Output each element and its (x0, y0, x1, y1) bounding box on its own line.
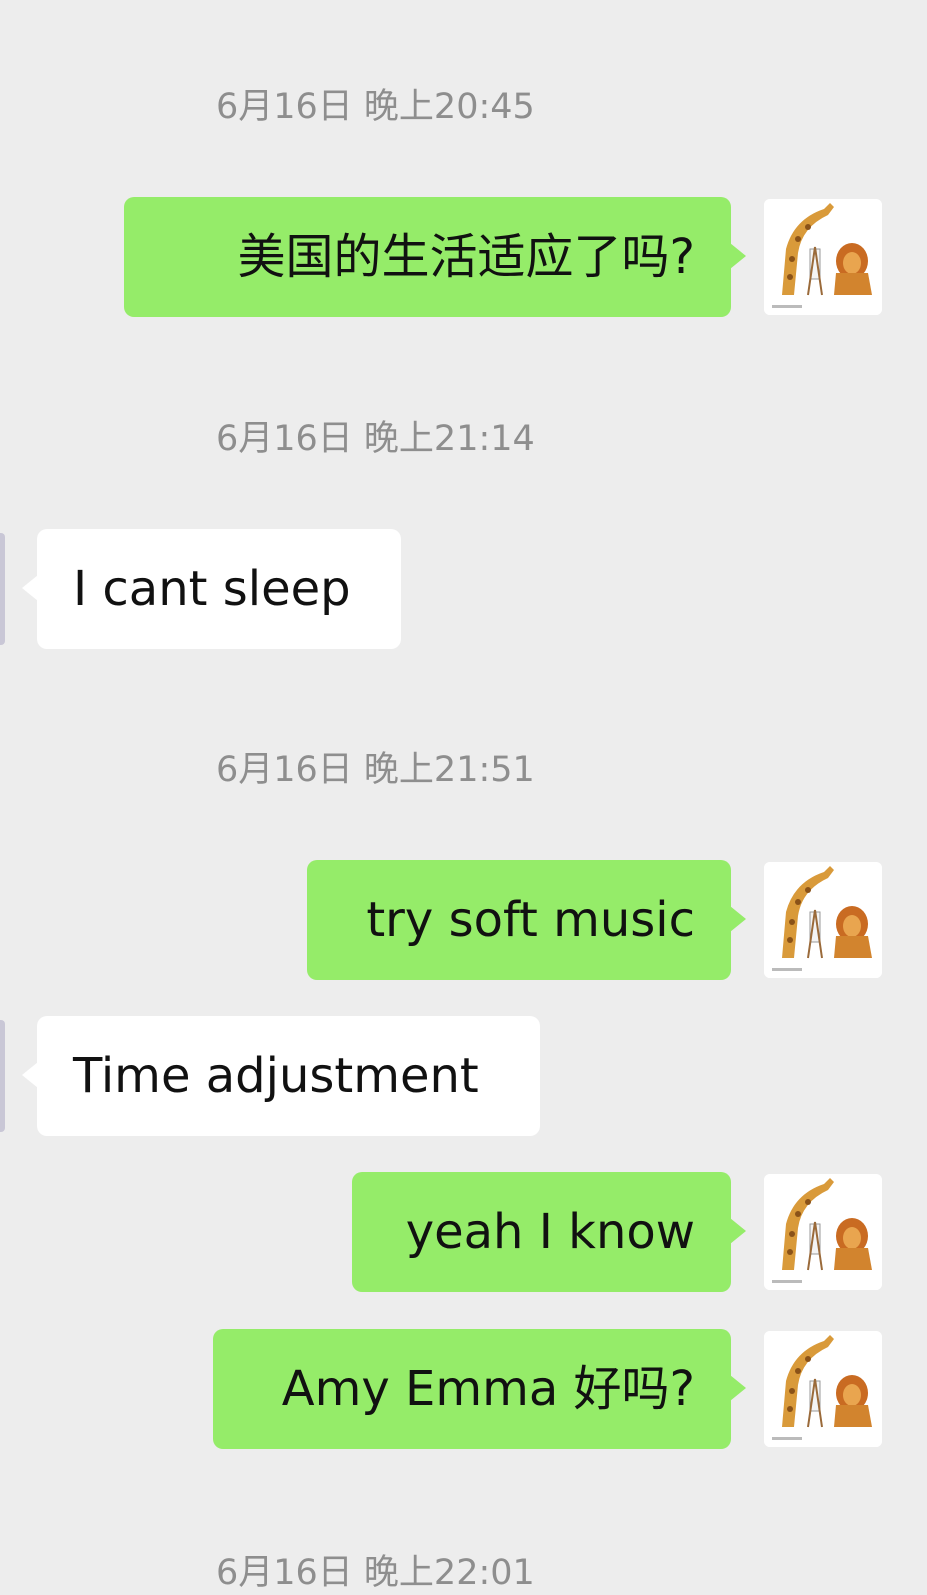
timestamp: 6月16日 晚上22:01 (216, 1553, 535, 1593)
outgoing-message-bubble[interactable]: Amy Emma 好吗? (213, 1329, 746, 1449)
incoming-message-bubble[interactable]: I cant sleep (22, 529, 401, 649)
incoming-message-bubble[interactable]: Time adjustment (22, 1016, 540, 1136)
giraffe-and-lion-painting-avatar-icon (764, 862, 882, 978)
self-avatar[interactable] (764, 199, 882, 315)
self-avatar[interactable] (764, 862, 882, 978)
giraffe-and-lion-painting-avatar-icon (764, 199, 882, 315)
timestamp: 6月16日 晚上21:14 (216, 419, 535, 459)
message-text: Time adjustment (73, 1048, 479, 1104)
giraffe-and-lion-painting-avatar-icon (764, 1331, 882, 1447)
message-text: I cant sleep (73, 561, 351, 617)
peer-avatar-icon[interactable] (0, 533, 5, 645)
outgoing-message-bubble[interactable]: try soft music (307, 860, 746, 980)
self-avatar[interactable] (764, 1174, 882, 1290)
peer-avatar-icon[interactable] (0, 1020, 5, 1132)
self-avatar[interactable] (764, 1331, 882, 1447)
timestamp: 6月16日 晚上21:51 (216, 750, 535, 790)
message-text: Amy Emma 好吗? (281, 1361, 695, 1417)
message-text: 美国的生活适应了吗? (237, 229, 695, 285)
timestamp: 6月16日 晚上20:45 (216, 87, 535, 127)
message-text: try soft music (366, 892, 695, 948)
giraffe-and-lion-painting-avatar-icon (764, 1174, 882, 1290)
outgoing-message-bubble[interactable]: yeah I know (352, 1172, 746, 1292)
message-text: yeah I know (405, 1204, 695, 1260)
outgoing-message-bubble[interactable]: 美国的生活适应了吗? (124, 197, 746, 317)
